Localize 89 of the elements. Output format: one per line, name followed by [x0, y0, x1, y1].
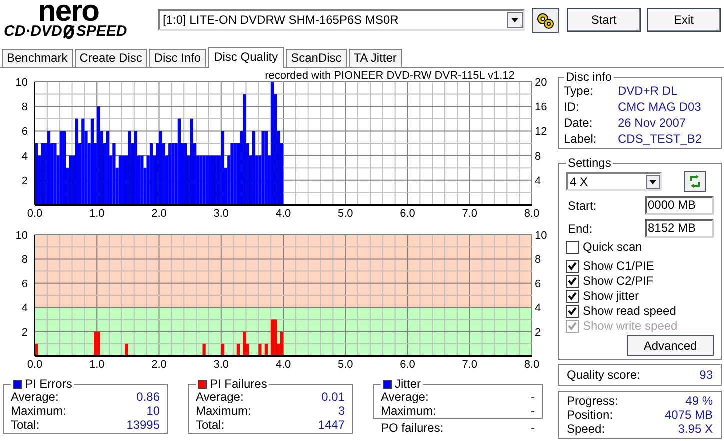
stat-label: Average:	[381, 390, 429, 404]
checkbox-label: Show jitter	[583, 289, 640, 304]
logo-text: nero	[38, 0, 100, 24]
info-label: ID:	[564, 99, 580, 115]
checkbox-label: Show write speed	[583, 319, 678, 334]
checkbox-label: Show C2/PIF	[583, 274, 654, 289]
stat-value: -	[531, 421, 535, 435]
axis-label: 6.0	[400, 208, 416, 220]
stat-label: Maximum:	[381, 404, 436, 418]
axis-label: 2.0	[152, 359, 167, 371]
info-label: Label:	[564, 131, 598, 147]
axis-label: 12	[535, 126, 548, 138]
info-value: 26 Nov 2007	[618, 115, 686, 131]
info-value: CMC MAG D03	[618, 99, 702, 115]
stat-value: 13995	[126, 418, 160, 432]
stat-value: -	[531, 404, 535, 418]
stat-label: Total:	[196, 418, 225, 432]
info-value: CDS_TEST_B2	[618, 131, 702, 147]
axis-label: 1.0	[89, 208, 105, 220]
axis-label: 4	[535, 302, 542, 315]
stat-value: 0.01	[322, 390, 345, 404]
axis-label: 2.0	[152, 208, 167, 220]
axis-label: 6	[535, 278, 542, 290]
group-title: Settings	[567, 157, 612, 169]
axis-label: 6.0	[400, 359, 416, 371]
checkbox-label: Quick scan	[583, 240, 642, 255]
stat-label: PO failures:	[381, 421, 444, 435]
axis-label: 10	[16, 230, 28, 242]
axis-label: 7.0	[462, 208, 478, 220]
axis-label: 8.0	[524, 359, 540, 371]
axis-label: 2	[22, 326, 28, 339]
axis-label: 4	[535, 175, 542, 188]
axis-label: 8	[22, 254, 28, 266]
axis-label: 3.0	[214, 359, 230, 371]
axis-label: 3.0	[214, 208, 230, 220]
axis-label: 8.0	[524, 208, 540, 220]
axis-label: 5.0	[338, 208, 354, 220]
stat-label: Maximum:	[196, 404, 252, 418]
axis-label: 10	[535, 230, 548, 242]
stat-value: 0.86	[136, 390, 160, 404]
axis-label: 6	[22, 278, 28, 290]
axis-label: 0.0	[27, 208, 43, 220]
quality-score-label: Quality score:	[567, 367, 640, 384]
progress-value: 3.95 X	[678, 422, 713, 436]
axis-label: 4.0	[276, 208, 292, 220]
logo-text: CD·DVD	[4, 24, 62, 40]
axis-label: 16	[535, 102, 548, 114]
stat-label: Maximum:	[11, 404, 66, 418]
progress-label: Progress:	[567, 394, 618, 408]
axis-label: 6	[22, 126, 28, 138]
quality-score-value: 93	[700, 367, 713, 384]
stat-value: -	[531, 390, 535, 404]
field-label: Start:	[568, 198, 597, 214]
group-title: Disc info	[565, 71, 614, 83]
group-title: PI Failures	[210, 378, 268, 390]
axis-label: 7.0	[462, 359, 478, 371]
stat-label: Average:	[196, 390, 244, 404]
axis-label: 4	[22, 302, 28, 315]
axis-label: 5.0	[338, 359, 354, 371]
progress-value: 49 %	[686, 394, 713, 408]
group-title: PI Errors	[25, 378, 72, 390]
axis-label: 4.0	[276, 359, 292, 371]
info-label: Type:	[564, 83, 594, 99]
checkbox-label: Show read speed	[583, 304, 676, 319]
stat-value: 1447	[318, 418, 345, 432]
axis-label: 10	[16, 77, 28, 89]
axis-label: 8	[535, 150, 542, 163]
logo-text: SPEED	[76, 24, 128, 40]
checkbox-label: Show C1/PIE	[583, 259, 654, 274]
axis-label: 8	[22, 102, 28, 114]
stat-value: 10	[146, 404, 160, 418]
stat-value: 3	[338, 404, 345, 418]
info-label: Date:	[564, 115, 594, 131]
axis-label: 4	[22, 150, 28, 163]
field-label: End:	[568, 220, 593, 238]
progress-label: Position:	[567, 408, 614, 422]
info-value: DVD+R DL	[618, 83, 678, 99]
axis-label: 2	[22, 175, 28, 188]
axis-label: 0.0	[27, 359, 43, 371]
axis-label: 8	[535, 254, 542, 266]
group-title: Jitter	[395, 378, 422, 390]
axis-label: 20	[535, 77, 548, 89]
stat-label: Total:	[11, 418, 40, 432]
progress-value: 4075 MB	[664, 408, 713, 422]
stat-label: Average:	[11, 390, 59, 404]
axis-label: 2	[535, 326, 542, 339]
chart-title: recorded with PIONEER DVD-RW DVR-115L v1.12	[265, 70, 515, 82]
progress-label: Speed:	[567, 422, 606, 436]
axis-label: 1.0	[89, 359, 105, 371]
